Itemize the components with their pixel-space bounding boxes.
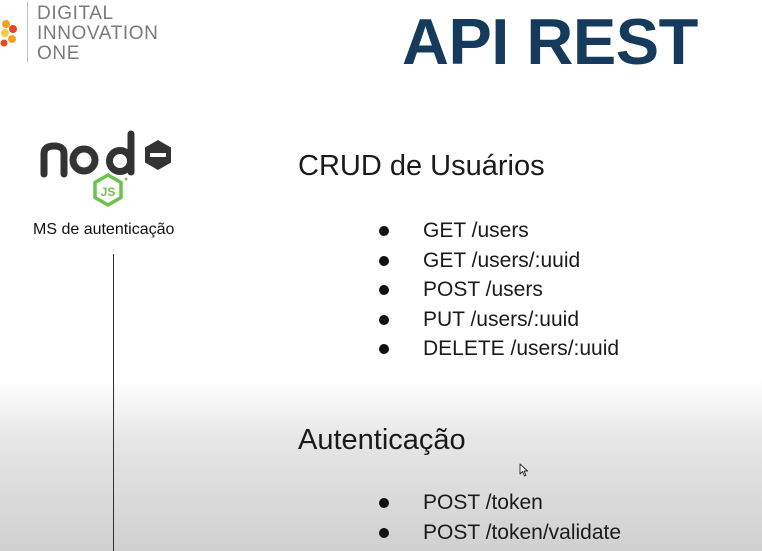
brand-line-3: ONE — [37, 43, 80, 64]
list-item: GET /users/:uuid — [379, 246, 619, 276]
list-item: GET /users — [379, 216, 619, 246]
list-item: POST /users — [379, 275, 619, 305]
list-item: PUT /users/:uuid — [379, 305, 619, 335]
endpoint-text: POST /token — [423, 491, 543, 514]
bullet-icon — [379, 285, 389, 295]
section-title-auth: Autenticação — [298, 424, 466, 456]
nodejs-logo-icon: JS — [40, 130, 171, 208]
endpoint-list-auth: POST /token POST /token/validate — [379, 488, 621, 547]
brand-name: DIGITAL INNOVATION ONE — [37, 4, 158, 64]
endpoint-text: GET /users — [423, 219, 529, 242]
endpoint-text: PUT /users/:uuid — [423, 307, 580, 331]
list-item: DELETE /users/:uuid — [379, 334, 619, 364]
bullet-icon — [379, 498, 389, 508]
connector-line — [113, 254, 114, 551]
bullet-icon — [379, 226, 389, 236]
bullet-icon — [379, 344, 389, 354]
endpoint-text: DELETE /users/:uuid — [423, 337, 620, 360]
endpoint-text: GET /users/:uuid — [423, 248, 581, 272]
bullet-icon — [379, 314, 389, 325]
slide-title: API REST — [402, 5, 698, 78]
endpoint-text: POST /token/validate — [423, 520, 622, 544]
brand-line-2: INNOVATION — [37, 23, 159, 44]
bullet-icon — [379, 527, 389, 538]
bullet-icon — [379, 255, 389, 266]
logo-divider — [27, 2, 28, 62]
list-item: POST /token/validate — [379, 518, 621, 548]
svg-text:JS: JS — [101, 185, 116, 199]
endpoint-list-crud: GET /users GET /users/:uuid POST /users … — [379, 216, 619, 364]
hexagon-cluster-icon — [0, 20, 17, 47]
endpoint-text: POST /users — [423, 278, 543, 301]
list-item: POST /token — [379, 488, 621, 518]
mouse-cursor-icon — [519, 463, 528, 477]
brand-line-1: DIGITAL — [37, 3, 114, 24]
service-label: MS de autenticação — [33, 221, 175, 238]
section-title-crud: CRUD de Usuários — [298, 150, 545, 182]
